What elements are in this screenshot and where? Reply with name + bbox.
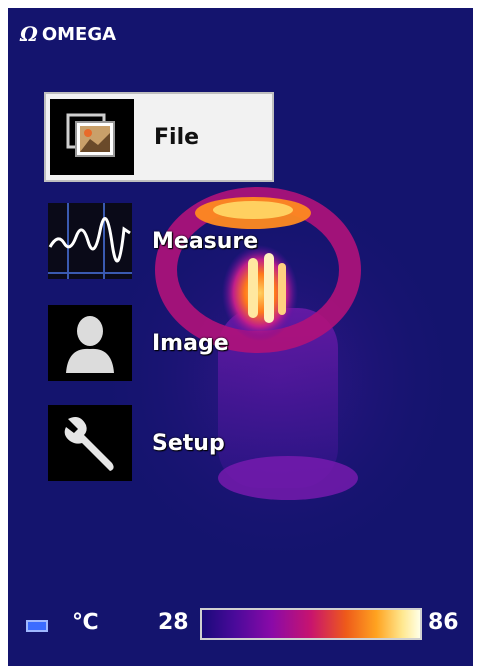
menu-item-image[interactable]: Image (44, 298, 274, 388)
menu-label-setup: Setup (152, 430, 225, 456)
brand-name: OMEGA (41, 23, 117, 45)
menu-label-image: Image (152, 330, 229, 356)
scale-max-label: 86 (428, 610, 459, 635)
menu-label-file: File (154, 124, 200, 150)
status-bar: ℃ 28 86 (8, 598, 473, 648)
person-icon (48, 305, 132, 381)
menu-item-measure[interactable]: Measure (44, 196, 274, 286)
wrench-icon (48, 405, 132, 481)
battery-icon (26, 620, 48, 632)
scale-min-label: 28 (158, 610, 189, 635)
waveform-icon (48, 203, 132, 279)
menu-label-measure: Measure (152, 228, 259, 254)
omega-symbol: Ω (20, 22, 38, 46)
thermal-camera-screen: Ω OMEGA File Measure Image Setup ℃ 28 86 (8, 8, 473, 666)
omega-logo: Ω OMEGA (20, 22, 116, 46)
photos-icon (50, 99, 134, 175)
temperature-unit: ℃ (72, 610, 99, 635)
menu-item-file[interactable]: File (44, 92, 274, 182)
color-scale-bar (200, 608, 422, 640)
menu-item-setup[interactable]: Setup (44, 398, 274, 488)
